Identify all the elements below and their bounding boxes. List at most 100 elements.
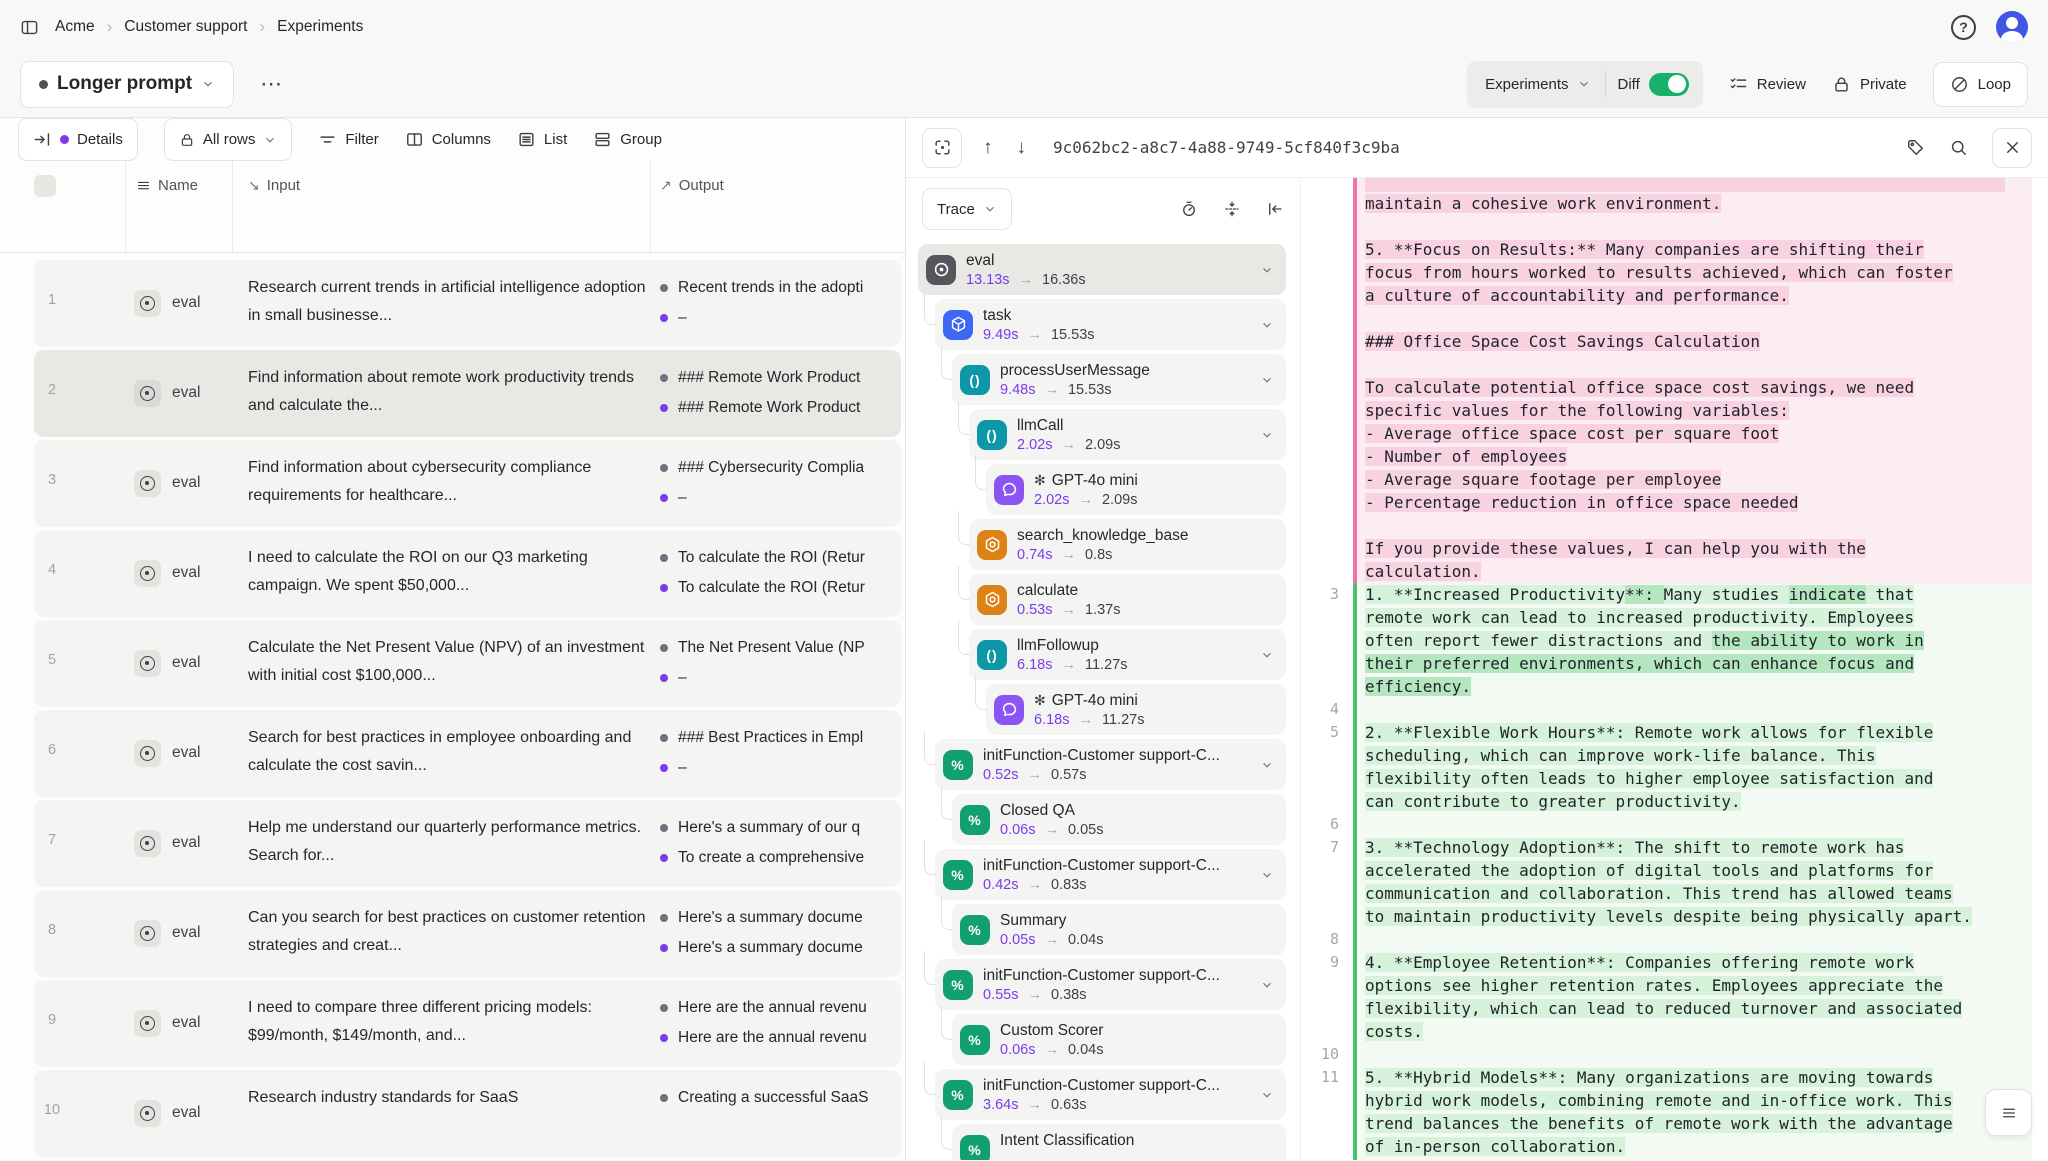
row-outputs: The Net Present Value (NP – — [660, 633, 899, 693]
diff-line-text: focus from hours worked to results achie… — [1365, 263, 1953, 282]
trace-tree-item[interactable]: ✻ eval 13.13s → 16.36s — [918, 244, 1286, 295]
diff-line-number — [1301, 376, 1353, 399]
diff-toggle[interactable] — [1649, 73, 1689, 96]
column-header-input[interactable]: ↘ Input — [248, 177, 300, 194]
collapse-panel-icon[interactable] — [1266, 200, 1284, 218]
private-button[interactable]: Private — [1832, 75, 1907, 94]
columns-button[interactable]: Columns — [405, 130, 491, 149]
previous-row-button[interactable]: ↑ — [980, 137, 996, 159]
trace-tree-item[interactable]: % ✻ Custom Scorer 0.06s → 0.04s — [952, 1014, 1286, 1065]
avatar[interactable] — [1996, 11, 2028, 43]
diff-line-number: 3 — [1301, 583, 1353, 606]
chevron-down-icon[interactable] — [1260, 1088, 1274, 1102]
arrow-to-bar-icon — [33, 130, 52, 149]
help-icon[interactable]: ? — [1951, 15, 1976, 40]
checklist-icon — [1729, 75, 1748, 94]
lock-icon — [179, 132, 195, 148]
table-row[interactable]: 2 eval Find information about remote wor… — [34, 350, 901, 437]
expand-trace-button[interactable] — [922, 128, 962, 168]
format-toggle-button[interactable] — [1985, 1089, 2032, 1136]
trace-tree-item[interactable]: () ✻ llmFollowup 6.18s → 11.27s — [969, 629, 1286, 680]
column-header-name[interactable]: Name — [136, 177, 198, 194]
diff-line-number — [1301, 215, 1353, 238]
list-button[interactable]: List — [517, 130, 567, 149]
rows-filter-dropdown[interactable]: All rows — [164, 118, 293, 161]
chevron-down-icon[interactable] — [1260, 758, 1274, 772]
span-duration-end: 0.63s — [1051, 1096, 1086, 1115]
chevron-down-icon[interactable] — [1260, 373, 1274, 387]
table-row[interactable]: 4 eval I need to calculate the ROI on ou… — [34, 530, 901, 617]
table-row[interactable]: 1 eval Research current trends in artifi… — [34, 260, 901, 347]
chevron-down-icon[interactable] — [1260, 648, 1274, 662]
trace-tree-item[interactable]: % ✻ initFunction-Customer support-C... 3… — [935, 1069, 1286, 1120]
target-icon — [926, 255, 956, 285]
experiments-dropdown[interactable]: Experiments — [1471, 76, 1604, 93]
review-button[interactable]: Review — [1729, 75, 1806, 94]
diff-line-number — [1301, 514, 1353, 537]
output-text: – — [678, 489, 687, 507]
group-button[interactable]: Group — [593, 130, 662, 149]
span-label: llmFollowup — [1017, 635, 1099, 656]
next-row-button[interactable]: ↓ — [1014, 137, 1030, 159]
column-header-output[interactable]: ↗ Output — [660, 177, 724, 194]
breadcrumb-separator-icon: › — [260, 17, 266, 37]
trace-tree-item[interactable]: ✻ search_knowledge_base 0.74s → 0.8s — [969, 519, 1286, 570]
row-name: eval — [172, 654, 200, 672]
table-row[interactable]: 7 eval Help me understand our quarterly … — [34, 800, 901, 887]
breadcrumb-org[interactable]: Acme — [55, 18, 95, 36]
trace-tree-item[interactable]: % ✻ initFunction-Customer support-C... 0… — [935, 849, 1286, 900]
experiment-switcher[interactable]: Longer prompt — [20, 61, 234, 108]
output-dot — [660, 1094, 668, 1102]
trace-tree-item[interactable]: ✻ task 9.49s → 15.53s — [935, 299, 1286, 350]
trace-tree-item[interactable]: % ✻ initFunction-Customer support-C... 0… — [935, 959, 1286, 1010]
trace-tree-item[interactable]: ✻ GPT-4o mini 6.18s → 11.27s — [986, 684, 1286, 735]
trace-tree-item[interactable]: % ✻ Intent Classification → — [952, 1124, 1286, 1160]
span-duration-end: 15.53s — [1051, 326, 1095, 345]
details-status-dot — [60, 135, 69, 144]
diff-line-text: options see higher retention rates. Empl… — [1365, 976, 1943, 995]
chevron-down-icon[interactable] — [1260, 868, 1274, 882]
table-row[interactable]: 3 eval Find information about cybersecur… — [34, 440, 901, 527]
chevron-down-icon[interactable] — [1260, 318, 1274, 332]
timing-icon[interactable] — [1180, 200, 1198, 218]
table-row[interactable]: 6 eval Search for best practices in empl… — [34, 710, 901, 797]
trace-view-dropdown[interactable]: Trace — [922, 188, 1012, 230]
filter-button[interactable]: Filter — [318, 130, 378, 149]
trace-tree-item[interactable]: ✻ calculate 0.53s → 1.37s — [969, 574, 1286, 625]
trace-tree-item[interactable]: % ✻ Summary 0.05s → 0.04s — [952, 904, 1286, 955]
diff-line-text: flexibility, which can lead to reduced t… — [1365, 999, 1962, 1018]
diff-line-text: - Number of employees — [1365, 447, 1567, 466]
table-row[interactable]: 5 eval Calculate the Net Present Value (… — [34, 620, 901, 707]
breadcrumb-section[interactable]: Experiments — [277, 18, 363, 36]
trace-tree-item[interactable]: ✻ GPT-4o mini 2.02s → 2.09s — [986, 464, 1286, 515]
breadcrumb-project[interactable]: Customer support — [124, 18, 247, 36]
arrow-right-icon: → — [1027, 986, 1042, 1005]
select-all-checkbox[interactable] — [34, 175, 56, 197]
search-icon[interactable] — [1949, 138, 1968, 157]
tag-icon[interactable] — [1906, 138, 1925, 157]
trace-tree-item[interactable]: () ✻ llmCall 2.02s → 2.09s — [969, 409, 1286, 460]
trace-tree-item[interactable]: % ✻ initFunction-Customer support-C... 0… — [935, 739, 1286, 790]
app-window: Acme › Customer support › Experiments ? … — [0, 0, 2048, 1161]
span-label: initFunction-Customer support-C... — [983, 745, 1220, 766]
close-panel-button[interactable] — [1992, 128, 2032, 168]
output-item: To calculate the ROI (Retur — [660, 543, 899, 573]
details-button[interactable]: Details — [18, 118, 138, 161]
chevron-down-icon[interactable] — [1260, 428, 1274, 442]
chevron-down-icon[interactable] — [1260, 263, 1274, 277]
diff-line: of in-person collaboration. — [1301, 1135, 2048, 1158]
table-row[interactable]: 10 eval Research industry standards for … — [34, 1070, 901, 1157]
collapse-all-icon[interactable] — [1223, 200, 1241, 218]
table-row[interactable]: 9 eval I need to compare three different… — [34, 980, 901, 1067]
output-text: ### Remote Work Product — [678, 399, 860, 417]
loop-button[interactable]: Loop — [1933, 62, 2028, 107]
trace-tree-item[interactable]: % ✻ Closed QA 0.06s → 0.05s — [952, 794, 1286, 845]
sidebar-toggle-icon[interactable] — [20, 18, 39, 37]
trace-tree-item[interactable]: () ✻ processUserMessage 9.48s → 15.53s — [952, 354, 1286, 405]
table-row[interactable]: 8 eval Can you search for best practices… — [34, 890, 901, 977]
more-menu-button[interactable]: ⋯ — [252, 67, 291, 101]
span-duration-end: 16.36s — [1042, 271, 1086, 290]
diff-line: a culture of accountability and performa… — [1301, 284, 2048, 307]
chevron-down-icon[interactable] — [1260, 978, 1274, 992]
top-bar: Acme › Customer support › Experiments ? … — [0, 0, 2048, 118]
